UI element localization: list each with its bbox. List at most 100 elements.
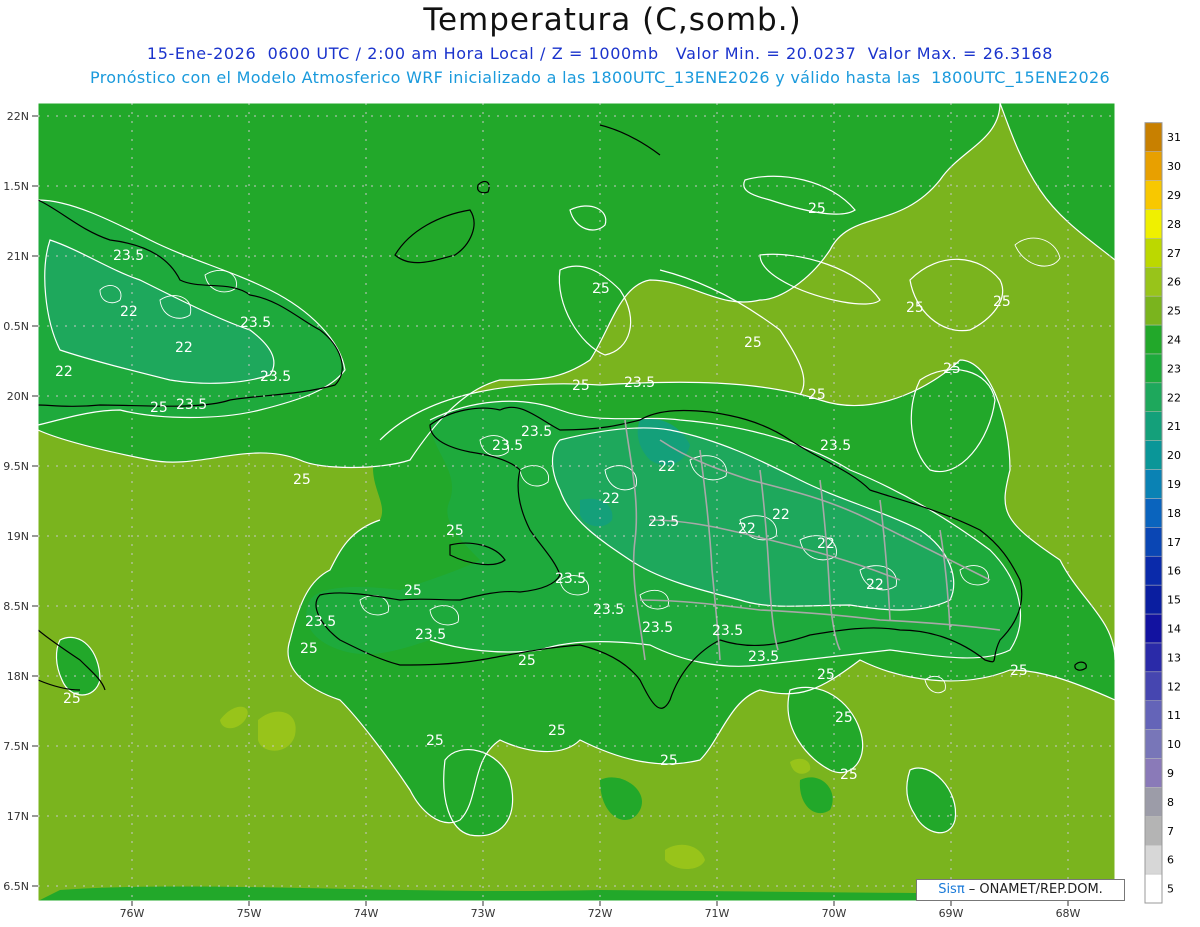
contour-label: 23.5 — [492, 438, 523, 454]
colorbar-swatch — [1144, 469, 1163, 499]
colorbar-label: 15 — [1167, 594, 1181, 607]
contour-label: 25 — [426, 733, 444, 749]
lon-tick-label: 75W — [237, 907, 262, 920]
lon-tick-label: 71W — [705, 907, 730, 920]
colorbar-swatch — [1144, 324, 1163, 355]
colorbar-label: 16 — [1167, 565, 1181, 578]
credit-text: – ONAMET/REP.DOM. — [964, 882, 1103, 897]
contour-label: 25 — [744, 335, 762, 351]
colorbar-swatch — [1144, 295, 1163, 326]
colorbar-swatch — [1144, 122, 1163, 152]
lat-tick-label: 8.5N — [3, 600, 29, 613]
colorbar-label: 24 — [1167, 333, 1181, 346]
credit-box: Sisπ – ONAMET/REP.DOM. — [916, 879, 1125, 901]
contour-label: 23.5 — [305, 614, 336, 630]
lon-tick-label: 69W — [939, 907, 964, 920]
contour-label: 22 — [602, 491, 620, 507]
map-plot-area: 23.5 22 23.5 22 22 23.5 25 23.5 25 25 25… — [38, 103, 1115, 901]
lat-tick-label: 21N — [7, 250, 29, 263]
colorbar-swatch — [1144, 498, 1163, 528]
contour-label: 23.5 — [521, 424, 552, 440]
lat-tick-label: 22N — [7, 110, 29, 123]
latitude-axis: 22N 1.5N 21N 0.5N 20N 9.5N 19N 8.5N 18N … — [3, 110, 38, 893]
contour-label: 22 — [817, 536, 835, 552]
colorbar-label: 20 — [1167, 449, 1181, 462]
contour-label: 25 — [660, 753, 678, 769]
colorbar-label: 26 — [1167, 276, 1181, 289]
colorbar-label: 19 — [1167, 478, 1181, 491]
colorbar-label: 14 — [1167, 622, 1181, 635]
colorbar-swatch — [1144, 266, 1163, 297]
lat-tick-label: 20N — [7, 390, 29, 403]
colorbar-swatch — [1144, 180, 1163, 210]
colorbar-swatch — [1144, 642, 1163, 673]
colorbar-legend: 5 6 7 8 9 10 11 12 13 14 15 16 17 18 19 20 21 22 23 24 25 26 2… — [1144, 122, 1181, 904]
colorbar-swatch — [1144, 700, 1163, 730]
contour-label: 25 — [993, 294, 1011, 310]
colorbar-swatch — [1144, 758, 1163, 788]
colorbar-swatch — [1144, 411, 1163, 441]
lon-tick-label: 76W — [120, 907, 145, 920]
colorbar-label: 10 — [1167, 738, 1181, 751]
contour-label: 25 — [518, 653, 536, 669]
colorbar-swatch — [1144, 613, 1163, 644]
contour-label: 23.5 — [260, 369, 291, 385]
colorbar-label: 27 — [1167, 247, 1181, 260]
colorbar-label: 22 — [1167, 391, 1181, 404]
longitude-axis: 76W 75W 74W 73W 72W 71W 70W 69W 68W — [120, 901, 1081, 920]
contour-label: 25 — [1010, 663, 1028, 679]
contour-label: 25 — [150, 400, 168, 416]
colorbar-label: 9 — [1167, 767, 1174, 780]
colorbar-label: 31 — [1167, 131, 1181, 144]
contour-label: 23.5 — [555, 571, 586, 587]
contour-label: 25 — [293, 472, 311, 488]
colorbar-label: 8 — [1167, 796, 1174, 809]
contour-label: 22 — [772, 507, 790, 523]
contour-label: 25 — [404, 583, 422, 599]
colorbar-swatch — [1144, 584, 1163, 615]
contour-label: 25 — [817, 667, 835, 683]
lon-tick-label: 72W — [588, 907, 613, 920]
contour-label: 22 — [738, 521, 756, 537]
contour-label: 23.5 — [624, 375, 655, 391]
lat-tick-label: 7.5N — [3, 740, 29, 753]
colorbar-swatch — [1144, 671, 1163, 701]
colorbar-label: 7 — [1167, 825, 1174, 838]
contour-label: 23.5 — [648, 514, 679, 530]
lon-tick-label: 74W — [354, 907, 379, 920]
colorbar-swatch — [1144, 382, 1163, 412]
colorbar-swatch — [1144, 816, 1163, 846]
colorbar-label: 25 — [1167, 305, 1181, 318]
colorbar-label: 18 — [1167, 507, 1181, 520]
contour-label: 25 — [840, 767, 858, 783]
contour-label: 25 — [592, 281, 610, 297]
contour-label: 23.5 — [642, 620, 673, 636]
lat-tick-label: 18N — [7, 670, 29, 683]
lat-tick-label: 0.5N — [3, 320, 29, 333]
lon-tick-label: 70W — [822, 907, 847, 920]
contour-label: 25 — [300, 641, 318, 657]
colorbar-swatch — [1144, 209, 1163, 239]
colorbar-swatch — [1144, 151, 1163, 181]
colorbar-label: 5 — [1167, 883, 1174, 896]
contour-label: 22 — [55, 364, 73, 380]
colorbar-swatch — [1144, 844, 1163, 875]
colorbar-swatch — [1144, 238, 1163, 268]
colorbar-label: 11 — [1167, 709, 1181, 722]
contour-label: 22 — [120, 304, 138, 320]
contour-label: 23.5 — [240, 315, 271, 331]
lon-tick-label: 68W — [1056, 907, 1081, 920]
colorbar-label: 23 — [1167, 362, 1181, 375]
contour-label: 23.5 — [748, 649, 779, 665]
colorbar-label: 30 — [1167, 160, 1181, 173]
contour-label: 25 — [808, 387, 826, 403]
map-figure: 23.5 22 23.5 22 22 23.5 25 23.5 25 25 25… — [3, 102, 1181, 920]
contour-label: 25 — [943, 361, 961, 377]
lat-tick-label: 6.5N — [3, 880, 29, 893]
contour-label: 22 — [175, 340, 193, 356]
contour-label: 23.5 — [593, 602, 624, 618]
pi-icon: π — [956, 882, 965, 897]
colorbar-swatch — [1144, 440, 1163, 470]
colorbar-swatch — [1144, 787, 1163, 817]
lon-tick-label: 73W — [471, 907, 496, 920]
